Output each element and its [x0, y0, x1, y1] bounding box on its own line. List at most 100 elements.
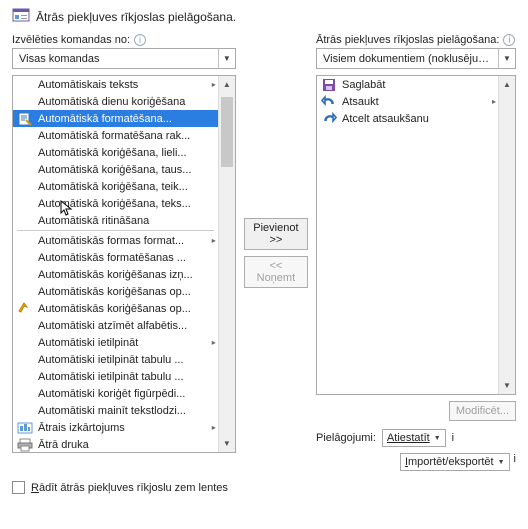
list-item-label: Automātiskā koriģēšana, lieli... — [38, 147, 216, 159]
modify-button[interactable]: Modificēt... — [449, 401, 516, 421]
blank-icon — [17, 213, 33, 229]
list-item[interactable]: Automātiski atzīmēt alfabētis... — [13, 317, 218, 334]
list-item[interactable]: Automātiskā koriģēšana, taus... — [13, 161, 218, 178]
scrollbar-thumb[interactable] — [221, 97, 233, 167]
list-item[interactable]: Automātiski koriģēt figūrpēdi... — [13, 385, 218, 402]
choose-commands-label: Izvēlēties komandas no: — [12, 34, 130, 46]
list-item-label: Automātiskais teksts — [38, 79, 203, 91]
info-icon[interactable]: i — [134, 34, 146, 46]
list-item[interactable]: Automātiskās formas format... ▸ — [13, 232, 218, 249]
list-item[interactable]: Automātiskās koriģēšanas op... — [13, 300, 218, 317]
blank-icon — [17, 369, 33, 385]
blank-icon — [17, 162, 33, 178]
list-item-label: Automātiskās formatēšanas ... — [38, 252, 216, 264]
list-item[interactable]: Automātiskā ritināšana — [13, 212, 218, 229]
blank-icon — [17, 267, 33, 283]
info-icon[interactable]: i — [452, 432, 454, 444]
list-item[interactable]: Automātiski ietilpināt tabulu ... — [13, 368, 218, 385]
list-item-label: Automātiskā ritināšana — [38, 215, 216, 227]
commands-from-value: Visas komandas — [13, 53, 218, 65]
blank-icon — [17, 179, 33, 195]
list-item-label: Saglabāt — [342, 79, 496, 91]
submenu-indicator-icon: ▸ — [208, 80, 216, 89]
list-item-label: Automātiskās koriģēšanas op... — [38, 286, 216, 298]
list-item[interactable]: Automātiskais teksts ▸ — [13, 76, 218, 93]
list-item[interactable]: Automātiskā formatēšana rak... — [13, 127, 218, 144]
chevron-down-icon: ▼ — [498, 459, 505, 466]
list-item-label: Automātiski koriģēt figūrpēdi... — [38, 388, 216, 400]
list-item[interactable]: Automātiskā koriģēšana, lieli... — [13, 144, 218, 161]
list-item-label: Automātiskās koriģēšanas izņ... — [38, 269, 216, 281]
chevron-down-icon: ▼ — [498, 49, 515, 68]
info-icon[interactable]: i — [503, 34, 515, 46]
list-item-label: Automātiski mainīt tekstlodzi... — [38, 405, 216, 417]
list-item[interactable]: Automātiski ietilpināt▸ — [13, 334, 218, 351]
list-item[interactable]: Automātiskās formatēšanas ... — [13, 249, 218, 266]
list-item[interactable]: Atsaukt▸ — [317, 93, 498, 110]
reset-dropdown[interactable]: Atiestatīt ▼ — [382, 429, 446, 447]
show-below-ribbon-checkbox[interactable] — [12, 481, 25, 494]
separator — [17, 230, 214, 231]
blank-icon — [17, 352, 33, 368]
list-item-label: Automātiskā koriģēšana, teks... — [38, 198, 216, 210]
blank-icon — [17, 284, 33, 300]
list-item-label: Automātiski atzīmēt alfabētis... — [38, 320, 216, 332]
apply-to-value: Visiem dokumentiem (noklusējums) — [317, 53, 498, 65]
commands-from-dropdown[interactable]: Visas komandas ▼ — [12, 48, 236, 69]
list-item[interactable]: Automātiskās koriģēšanas op... — [13, 283, 218, 300]
submenu-indicator-icon: ▸ — [208, 236, 216, 245]
list-item[interactable]: Automātiski ietilpināt tabulu ... — [13, 351, 218, 368]
list-item-label: Automātiskā koriģēšana, teik... — [38, 181, 216, 193]
list-item-label: Automātiskās formas format... — [38, 235, 203, 247]
blank-icon — [17, 94, 33, 110]
scroll-up-icon[interactable]: ▲ — [499, 76, 515, 93]
scroll-down-icon[interactable]: ▼ — [219, 435, 235, 452]
add-button[interactable]: Pievienot >> — [244, 218, 308, 250]
prn-icon — [17, 437, 33, 453]
list-item[interactable]: Ātrais izkārtojums▸ — [13, 419, 218, 436]
redo-icon — [321, 111, 337, 127]
list-item[interactable]: Automātiskā koriģēšana, teks... — [13, 195, 218, 212]
blank-icon — [17, 386, 33, 402]
qat-icon — [12, 8, 30, 26]
apply-to-dropdown[interactable]: Visiem dokumentiem (noklusējums) ▼ — [316, 48, 516, 69]
list-item-label: Atcelt atsaukšanu — [342, 113, 496, 125]
list-item[interactable]: Automātiskā dienu koriģēšana — [13, 93, 218, 110]
list-item[interactable]: Atcelt atsaukšanu — [317, 110, 498, 127]
list-item-label: Automātiskā formatēšana... — [38, 113, 216, 125]
list-item[interactable]: Automātiskās koriģēšanas izņ... — [13, 266, 218, 283]
list-item-label: Automātiski ietilpināt tabulu ... — [38, 354, 216, 366]
current-qat-list[interactable]: Saglabāt Atsaukt▸ Atcelt atsaukšanu ▲ ▼ — [316, 75, 516, 395]
blank-icon — [17, 233, 33, 249]
list-item[interactable]: Ātrā druka — [13, 436, 218, 453]
info-icon[interactable]: i — [514, 453, 516, 471]
dialog-title: Ātrās piekļuves rīkjoslas pielāgošana. — [36, 10, 236, 24]
save-icon — [321, 77, 337, 93]
customize-qat-label: Ātrās piekļuves rīkjoslas pielāgošana: — [316, 34, 499, 46]
opt-icon — [17, 301, 33, 317]
scroll-up-icon[interactable]: ▲ — [219, 76, 235, 93]
chevron-down-icon: ▼ — [434, 435, 441, 442]
list-item-label: Automātiski ietilpināt tabulu ... — [38, 371, 216, 383]
scrollbar[interactable]: ▲ ▼ — [498, 76, 515, 394]
show-below-ribbon-label: Rādīt ātrās piekļuves rīkjoslu zem lente… — [31, 482, 228, 494]
blank-icon — [17, 318, 33, 334]
list-item[interactable]: Saglabāt — [317, 76, 498, 93]
scrollbar[interactable]: ▲ ▼ — [218, 76, 235, 452]
blank-icon — [17, 335, 33, 351]
customizations-label: Pielāgojumi: — [316, 432, 376, 444]
blank-icon — [17, 403, 33, 419]
available-commands-list[interactable]: Automātiskais teksts ▸ Automātiskā dienu k… — [12, 75, 236, 453]
blank-icon — [17, 196, 33, 212]
list-item[interactable]: Automātiski mainīt tekstlodzi... — [13, 402, 218, 419]
import-export-dropdown[interactable]: Importēt/eksportēt ▼ — [400, 453, 510, 471]
blank-icon — [17, 250, 33, 266]
list-item[interactable]: Automātiskā formatēšana... — [13, 110, 218, 127]
submenu-indicator-icon: ▸ — [488, 97, 496, 106]
list-item[interactable]: Automātiskā koriģēšana, teik... — [13, 178, 218, 195]
list-item-label: Automātiskā dienu koriģēšana — [38, 96, 216, 108]
submenu-indicator-icon: ▸ — [208, 423, 216, 432]
submenu-indicator-icon: ▸ — [208, 338, 216, 347]
scroll-down-icon[interactable]: ▼ — [499, 377, 515, 394]
remove-button[interactable]: << Noņemt — [244, 256, 308, 288]
